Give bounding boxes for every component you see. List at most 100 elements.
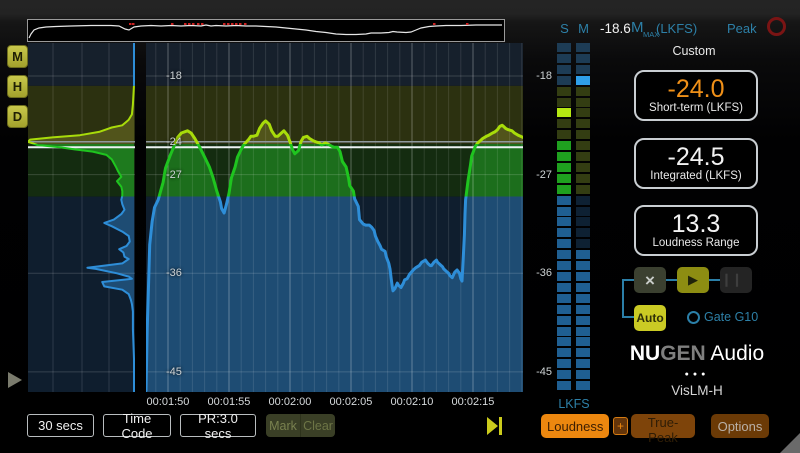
meter-segment bbox=[557, 152, 571, 161]
meter-segment bbox=[576, 250, 590, 259]
meter-segment bbox=[576, 239, 590, 248]
meter-segment bbox=[557, 163, 571, 172]
vislm-window: M H D -18-24-27-36-45 00:01:5000:01:5500… bbox=[0, 0, 800, 453]
tab-loudness[interactable]: Loudness bbox=[541, 414, 609, 438]
pause-icon: ▎▎ bbox=[726, 274, 747, 287]
y-label--36: -36 bbox=[166, 267, 182, 279]
auto-button-label: Auto bbox=[636, 311, 663, 325]
transport-connector-1 bbox=[666, 279, 677, 281]
pr-setting-button[interactable]: PR:3.0 secs bbox=[180, 414, 256, 437]
mode-button-d-label: D bbox=[13, 109, 22, 124]
loudness-graph[interactable]: -18-24-27-36-45 bbox=[146, 43, 523, 392]
meter-segment bbox=[576, 152, 590, 161]
overview-waveform bbox=[28, 20, 504, 41]
time-label-00:02:05: 00:02:05 bbox=[330, 396, 373, 408]
meter-segment bbox=[576, 370, 590, 379]
short-term-value: -24.0 bbox=[668, 77, 725, 101]
overview-strip[interactable] bbox=[27, 19, 505, 42]
auto-button[interactable]: Auto bbox=[634, 305, 666, 331]
time-label-00:01:55: 00:01:55 bbox=[208, 396, 251, 408]
mmax-value: -18.6 bbox=[600, 21, 631, 36]
meter-segment bbox=[576, 76, 590, 85]
meter-segment bbox=[557, 119, 571, 128]
histogram-panel[interactable] bbox=[28, 43, 135, 392]
meter-segment bbox=[576, 207, 590, 216]
brand-gen: GEN bbox=[660, 342, 706, 365]
meter-segment bbox=[557, 130, 571, 139]
reset-x-icon: × bbox=[645, 272, 655, 289]
preset-name[interactable]: Custom bbox=[634, 44, 754, 58]
meter-segment bbox=[576, 141, 590, 150]
meter-segment bbox=[557, 261, 571, 270]
meter-segment bbox=[576, 327, 590, 336]
play-icon: ▶ bbox=[688, 272, 698, 288]
meter-segment bbox=[557, 370, 571, 379]
meter-segment bbox=[576, 174, 590, 183]
tab-add-button[interactable]: + bbox=[613, 417, 628, 435]
integrated-readout[interactable]: -24.5 Integrated (LKFS) bbox=[634, 138, 758, 189]
time-label-00:02:00: 00:02:00 bbox=[269, 396, 312, 408]
short-term-label: Short-term (LKFS) bbox=[649, 101, 743, 115]
meter-segment bbox=[557, 337, 571, 346]
meter-segment bbox=[576, 130, 590, 139]
play-button[interactable]: ▶ bbox=[677, 267, 709, 293]
clear-button[interactable]: Clear bbox=[301, 414, 335, 437]
mode-button-d[interactable]: D bbox=[7, 105, 28, 128]
resize-handle[interactable] bbox=[780, 433, 800, 453]
meter-segment bbox=[576, 294, 590, 303]
loudness-range-readout[interactable]: 13.3 Loudness Range bbox=[634, 205, 758, 256]
history-scroll-button[interactable] bbox=[5, 370, 25, 390]
mmax-m-label: M bbox=[631, 19, 644, 36]
loudness-range-value: 13.3 bbox=[672, 212, 721, 236]
window-length-button[interactable]: 30 secs bbox=[27, 414, 94, 437]
integrated-value: -24.5 bbox=[668, 145, 725, 169]
meter-segment bbox=[576, 359, 590, 368]
y-label--27: -27 bbox=[166, 169, 182, 181]
meter-segment bbox=[576, 228, 590, 237]
meter-segment bbox=[576, 305, 590, 314]
meter-segment bbox=[576, 381, 590, 390]
meter-segment bbox=[576, 43, 590, 52]
pause-button[interactable]: ▎▎ bbox=[720, 267, 752, 293]
meter-segment bbox=[576, 119, 590, 128]
meter-segment bbox=[557, 207, 571, 216]
y-label--45: -45 bbox=[166, 366, 182, 378]
meter-segment bbox=[576, 163, 590, 172]
loudness-trace-chart bbox=[146, 43, 523, 392]
meter-segment bbox=[557, 305, 571, 314]
meter-segment bbox=[557, 98, 571, 107]
meter-segment bbox=[557, 174, 571, 183]
meter-s-header: S bbox=[557, 21, 572, 36]
brand-nu: NU bbox=[630, 342, 660, 365]
time-label-00:01:50: 00:01:50 bbox=[147, 396, 190, 408]
reset-button[interactable]: × bbox=[634, 267, 666, 293]
loudness-range-label: Loudness Range bbox=[653, 236, 740, 250]
tab-true-peak[interactable]: True-Peak bbox=[631, 414, 695, 438]
short-term-readout[interactable]: -24.0 Short-term (LKFS) bbox=[634, 70, 758, 121]
meter-segment bbox=[576, 217, 590, 226]
meter-segment bbox=[576, 108, 590, 117]
meter-unit-label: LKFS bbox=[549, 397, 599, 411]
meter-m-header: M bbox=[576, 21, 591, 36]
gate-radio[interactable] bbox=[687, 311, 700, 324]
meter-segment bbox=[557, 381, 571, 390]
meter-segment bbox=[576, 196, 590, 205]
brand-audio: Audio bbox=[706, 342, 764, 365]
momentary-meter-bar bbox=[576, 43, 590, 392]
meter-segment bbox=[557, 272, 571, 281]
peak-indicator-lamp[interactable] bbox=[767, 17, 786, 36]
meter-segment bbox=[557, 185, 571, 194]
tab-options[interactable]: Options bbox=[711, 414, 769, 438]
meter-segment bbox=[557, 43, 571, 52]
time-mode-button[interactable]: Time Code bbox=[103, 414, 171, 437]
integrated-label: Integrated (LKFS) bbox=[650, 169, 741, 183]
mode-button-h[interactable]: H bbox=[7, 75, 28, 98]
meter-segment bbox=[576, 185, 590, 194]
mode-button-m[interactable]: M bbox=[7, 45, 28, 68]
meter-segment bbox=[576, 283, 590, 292]
auto-link-bottom bbox=[622, 316, 634, 318]
time-label-00:02:15: 00:02:15 bbox=[452, 396, 495, 408]
meter-segment bbox=[557, 239, 571, 248]
skip-to-live-button[interactable] bbox=[487, 417, 503, 435]
mark-button[interactable]: Mark bbox=[266, 414, 301, 437]
